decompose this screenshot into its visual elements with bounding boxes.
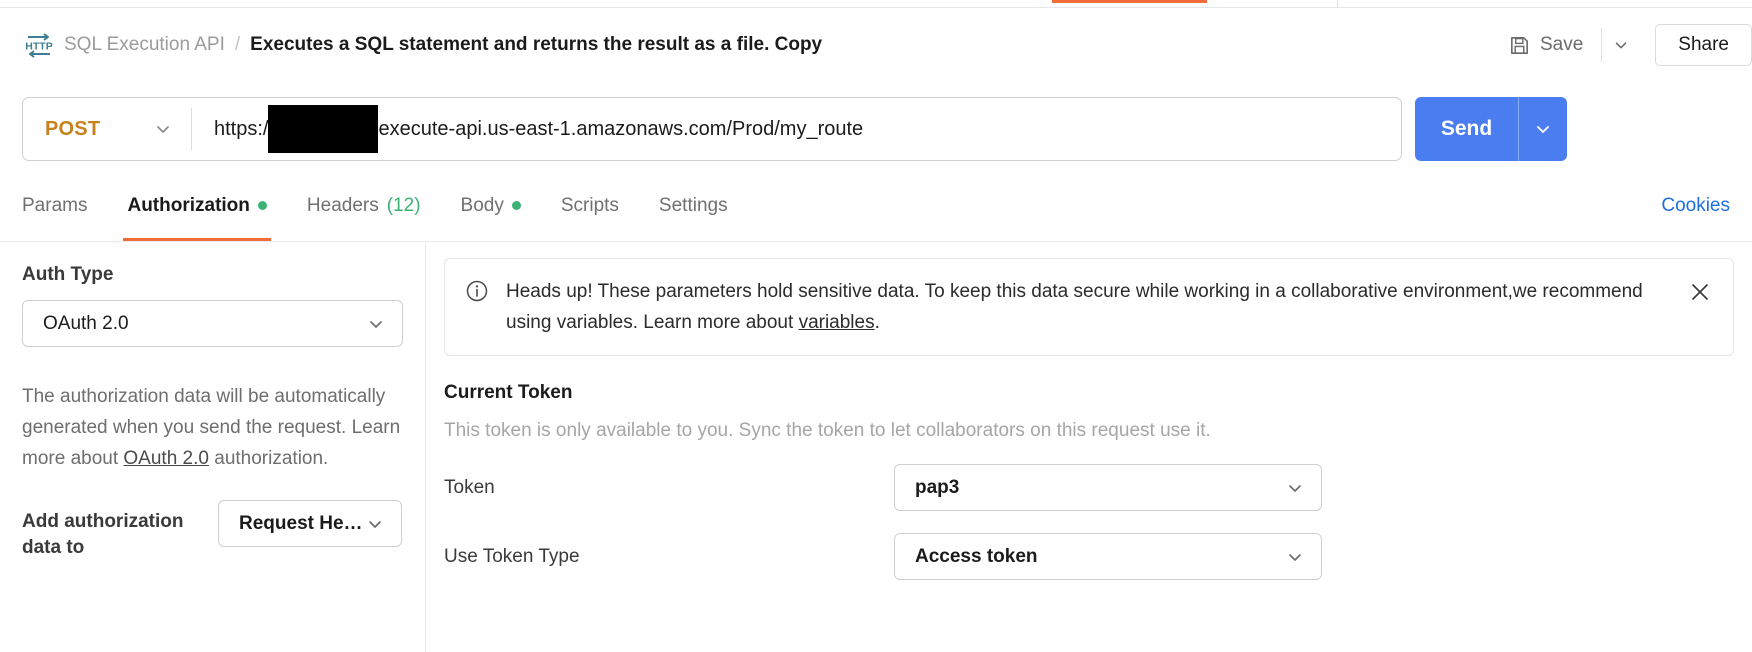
tab-headers-count: (12)	[386, 194, 421, 216]
url-bar-row: POST https:/ execute-api.us-east-1.amazo…	[0, 97, 1752, 161]
url-redaction-box	[268, 105, 379, 153]
variables-link[interactable]: variables	[799, 312, 875, 333]
chevron-down-icon	[365, 514, 385, 534]
breadcrumb-separator: /	[234, 34, 241, 55]
http-method-label: POST	[45, 117, 101, 140]
chevron-down-icon	[1533, 119, 1553, 139]
auth-description: The authorization data will be automatic…	[22, 381, 403, 474]
url-bar: POST https:/ execute-api.us-east-1.amazo…	[22, 97, 1402, 161]
tab-settings-label: Settings	[658, 194, 728, 216]
current-token-subtitle: This token is only available to you. Syn…	[444, 420, 1211, 441]
use-token-type-row: Use Token Type Access token	[444, 533, 1734, 580]
active-tab-indicator	[1052, 0, 1207, 3]
token-row: Token pap3	[444, 464, 1734, 511]
close-icon[interactable]	[1687, 279, 1713, 305]
chevron-down-icon	[1612, 36, 1630, 54]
cookies-link[interactable]: Cookies	[1661, 170, 1730, 241]
tab-body-label: Body	[460, 194, 504, 216]
http-method-select[interactable]: POST	[23, 98, 191, 160]
tab-params[interactable]: Params	[22, 170, 107, 241]
header-actions: Save Share	[1498, 24, 1752, 66]
info-circle-icon	[465, 279, 489, 303]
token-select[interactable]: pap3	[894, 464, 1322, 511]
save-options-button[interactable]	[1601, 28, 1639, 62]
add-auth-data-value: Request He…	[239, 512, 363, 534]
auth-type-value: OAuth 2.0	[43, 312, 129, 334]
save-button[interactable]: Save	[1498, 27, 1593, 64]
tab-scripts[interactable]: Scripts	[541, 170, 639, 241]
use-token-type-label: Use Token Type	[444, 545, 580, 567]
token-label: Token	[444, 476, 495, 498]
auth-left-pane: Auth Type OAuth 2.0 The authorization da…	[0, 242, 426, 652]
auth-type-label: Auth Type	[22, 264, 114, 285]
add-auth-data-label: Add authorization data to	[22, 511, 184, 558]
tab-authorization-label: Authorization	[127, 194, 250, 216]
tab-authorization[interactable]: Authorization	[107, 170, 286, 241]
use-token-type-select[interactable]: Access token	[894, 533, 1322, 580]
sensitive-data-banner: Heads up! These parameters hold sensitiv…	[444, 258, 1734, 356]
modified-dot-icon	[511, 201, 521, 210]
tab-scripts-label: Scripts	[560, 194, 619, 216]
floppy-disk-icon	[1508, 34, 1531, 57]
tab-body[interactable]: Body	[441, 170, 541, 241]
send-button-group: Send	[1415, 97, 1567, 161]
sensitive-data-banner-text: Heads up! These parameters hold sensitiv…	[506, 276, 1660, 338]
oauth2-learn-more-link[interactable]: OAuth 2.0	[123, 448, 209, 469]
current-token-title: Current Token	[444, 382, 573, 403]
chevron-down-icon	[366, 314, 386, 334]
use-token-type-value: Access token	[915, 545, 1038, 567]
add-auth-data-row: Add authorization data to Request He…	[22, 500, 403, 561]
auth-content: Auth Type OAuth 2.0 The authorization da…	[0, 242, 1752, 652]
request-header: HTTP SQL Execution API / Executes a SQL …	[0, 8, 1752, 82]
tab-headers[interactable]: Headers (12)	[287, 170, 441, 241]
url-suffix-text: execute-api.us-east-1.amazonaws.com/Prod…	[378, 117, 864, 140]
send-button[interactable]: Send	[1415, 97, 1518, 161]
auth-description-part2: authorization.	[208, 448, 329, 469]
token-value: pap3	[915, 476, 960, 498]
auth-type-select[interactable]: OAuth 2.0	[22, 300, 403, 347]
tab-params-label: Params	[22, 194, 88, 216]
chevron-down-icon	[1285, 478, 1305, 498]
send-options-button[interactable]	[1519, 97, 1567, 161]
auth-right-pane: Heads up! These parameters hold sensitiv…	[426, 242, 1752, 652]
breadcrumb: HTTP SQL Execution API / Executes a SQL …	[24, 30, 1498, 60]
svg-text:HTTP: HTTP	[25, 41, 52, 53]
url-input[interactable]: https:/ execute-api.us-east-1.amazonaws.…	[192, 98, 1401, 160]
http-icon: HTTP	[24, 30, 54, 60]
share-button[interactable]: Share	[1655, 24, 1752, 66]
page-title: Executes a SQL statement and returns the…	[250, 34, 823, 55]
modified-dot-icon	[257, 201, 267, 210]
add-auth-data-select[interactable]: Request He…	[218, 500, 402, 547]
tab-headers-label: Headers	[306, 194, 379, 216]
banner-text-part1: Heads up! These parameters hold sensitiv…	[506, 281, 1643, 333]
window-tab-strip	[0, 0, 1752, 8]
tab-strip-divider	[1337, 0, 1338, 8]
request-tabs: Params Authorization Headers (12) Body S…	[0, 170, 1752, 242]
tab-settings[interactable]: Settings	[639, 170, 748, 241]
chevron-down-icon	[1285, 547, 1305, 567]
breadcrumb-collection[interactable]: SQL Execution API	[64, 34, 225, 56]
save-label: Save	[1539, 34, 1584, 55]
url-prefix-text: https:/	[214, 117, 269, 140]
banner-text-part2: .	[874, 312, 880, 333]
chevron-down-icon	[153, 119, 173, 139]
